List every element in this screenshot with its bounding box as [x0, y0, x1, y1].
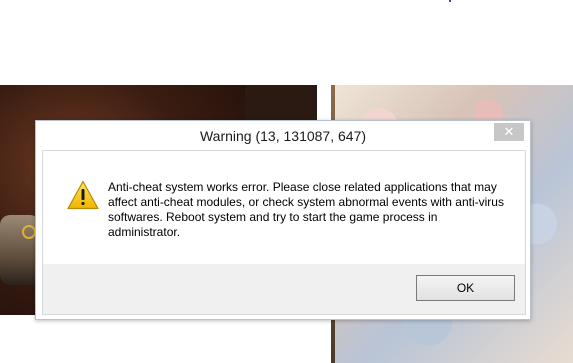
warning-icon	[67, 180, 99, 210]
background-dark-strip	[245, 85, 317, 125]
background-dot	[449, 0, 451, 2]
background-character	[0, 215, 40, 285]
close-button[interactable]: ✕	[494, 123, 524, 141]
ok-button[interactable]: OK	[416, 275, 515, 301]
dialog-titlebar[interactable]: Warning (13, 131087, 647) ✕	[36, 121, 530, 150]
dialog-client-area: Anti-cheat system works error. Please cl…	[42, 150, 526, 315]
dialog-title: Warning (13, 131087, 647)	[199, 128, 367, 144]
close-icon: ✕	[503, 124, 515, 139]
dialog-message: Anti-cheat system works error. Please cl…	[108, 180, 504, 239]
background-ring-icon	[22, 225, 36, 239]
warning-dialog: Warning (13, 131087, 647) ✕ Anti-cheat s…	[35, 120, 531, 320]
dialog-footer: OK	[43, 264, 525, 314]
